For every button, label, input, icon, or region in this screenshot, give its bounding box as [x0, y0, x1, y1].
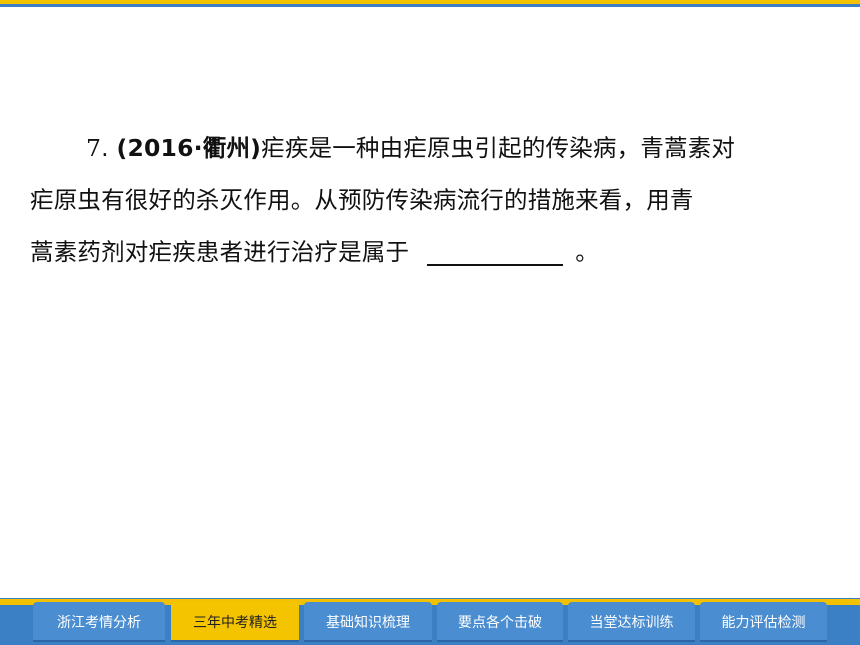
tab-zhejiang-analysis[interactable]: 浙江考情分析 — [33, 602, 165, 642]
question-line-2: 疟原虫有很好的杀灭作用。从预防传染病流行的措施来看，用青 — [30, 186, 694, 214]
top-accent-bar — [0, 0, 860, 7]
question-block: 7. (2016·衢州)疟疾是一种由疟原虫引起的传染病，青蒿素对 疟原虫有很好的… — [30, 122, 830, 278]
answer-blank[interactable] — [427, 238, 564, 266]
question-number: 7 — [86, 134, 102, 162]
tab-three-year-selection[interactable]: 三年中考精选 — [171, 602, 299, 642]
question-line-3: 蒿素药剂对疟疾患者进行治疗是属于。 — [30, 238, 599, 266]
tab-class-training[interactable]: 当堂达标训练 — [568, 602, 695, 642]
tab-key-points[interactable]: 要点各个击破 — [437, 602, 563, 642]
question-line-1: 7. (2016·衢州)疟疾是一种由疟原虫引起的传染病，青蒿素对 — [86, 134, 736, 162]
question-source: (2016·衢州) — [116, 134, 262, 162]
tab-ability-assessment[interactable]: 能力评估检测 — [700, 602, 827, 642]
tab-basic-knowledge[interactable]: 基础知识梳理 — [304, 602, 432, 642]
